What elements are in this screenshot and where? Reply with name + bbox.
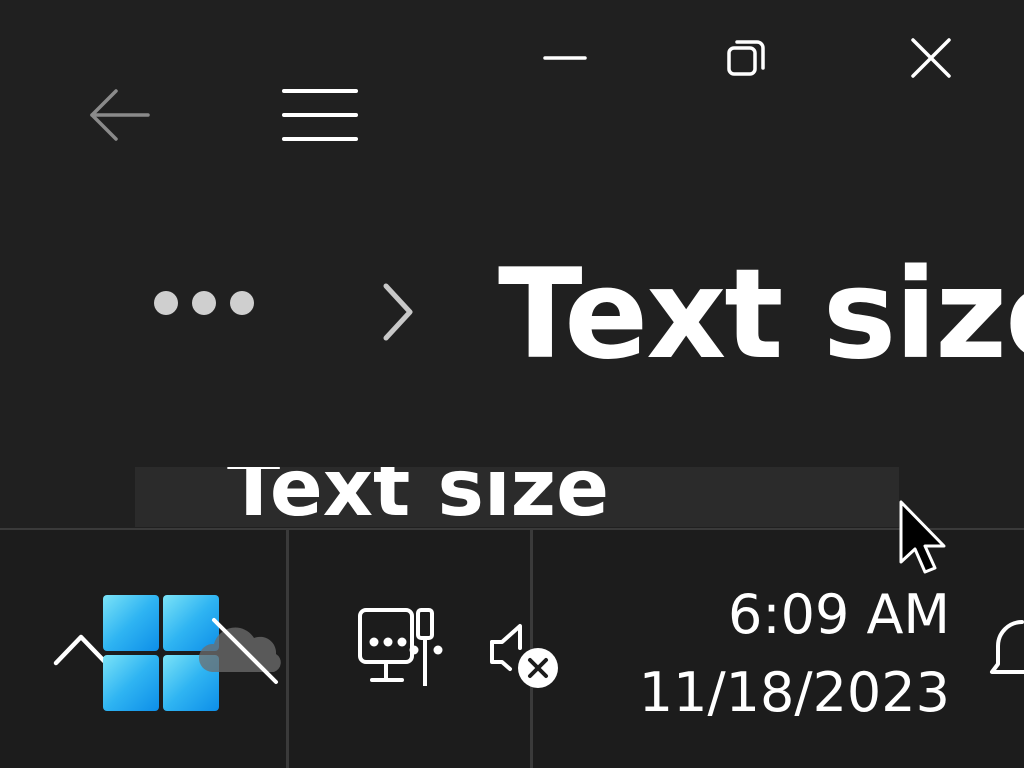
more-dots-icon — [154, 291, 178, 315]
text-size-preview: Text size — [135, 467, 899, 527]
more-dot — [230, 291, 254, 315]
taskbar: 6:09 AM 11/18/2023 — [0, 528, 1024, 768]
clock-time: 6:09 AM — [728, 583, 950, 646]
back-button[interactable] — [80, 80, 160, 150]
hamburger-menu-icon — [282, 89, 358, 141]
preview-text: Text size — [227, 467, 609, 527]
breadcrumb-more-button[interactable] — [150, 278, 274, 328]
mouse-cursor-icon — [898, 500, 950, 584]
chevron-up-icon — [53, 634, 109, 666]
settings-window: Text size Text size — [0, 0, 1024, 768]
breadcrumb: Text size — [150, 240, 1024, 387]
clock-date: 11/18/2023 — [638, 661, 950, 724]
volume-muted-icon[interactable] — [486, 618, 566, 690]
minimize-button[interactable] — [520, 26, 610, 90]
chevron-right-icon — [378, 280, 418, 348]
restore-icon — [727, 40, 765, 76]
restore-button[interactable] — [702, 26, 792, 90]
minimize-icon — [543, 56, 587, 60]
notification-bell-icon[interactable] — [988, 610, 1024, 690]
navigation-menu-button[interactable] — [272, 78, 368, 152]
back-arrow-icon — [90, 89, 150, 141]
close-button[interactable] — [886, 26, 976, 90]
more-dot — [192, 291, 216, 315]
page-title: Text size — [498, 243, 1024, 387]
onedrive-icon[interactable] — [198, 616, 288, 686]
taskbar-clock[interactable]: 6:09 AM 11/18/2023 — [600, 576, 950, 726]
close-icon — [911, 38, 951, 78]
network-icon[interactable] — [356, 606, 452, 692]
